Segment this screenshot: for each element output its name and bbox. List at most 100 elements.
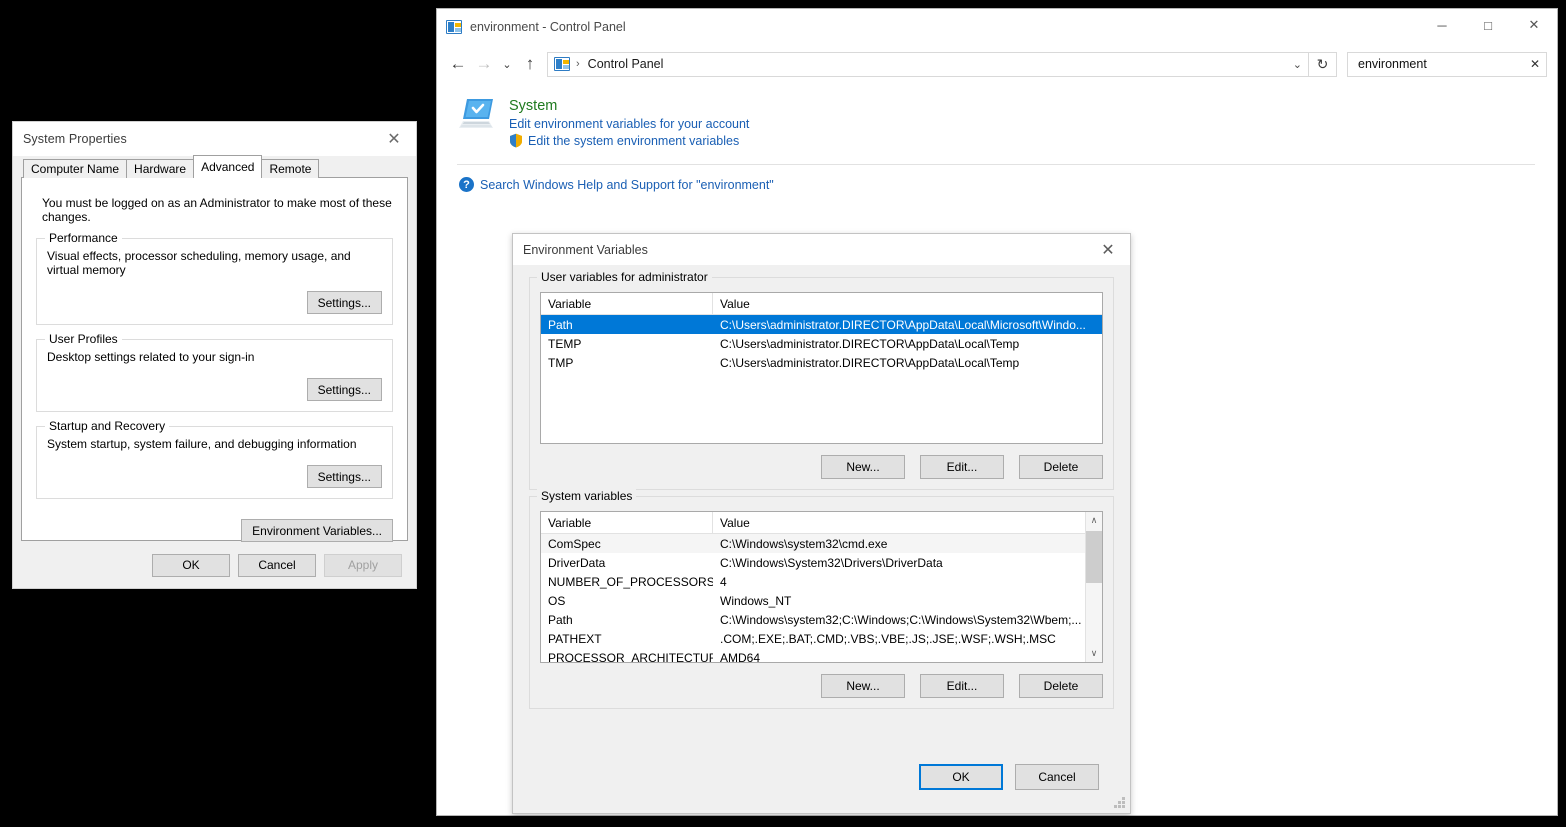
cell-variable: ComSpec bbox=[541, 537, 713, 551]
table-row[interactable]: Path C:\Windows\system32;C:\Windows;C:\W… bbox=[541, 610, 1085, 629]
table-row[interactable]: TEMP C:\Users\administrator.DIRECTOR\App… bbox=[541, 334, 1102, 353]
address-chevron-down-icon[interactable]: ⌄ bbox=[1293, 58, 1302, 71]
column-header-variable[interactable]: Variable bbox=[541, 512, 713, 533]
system-properties-tabs: Computer Name Hardware Advanced Remote bbox=[23, 156, 408, 178]
search-result-system: System Edit environment variables for yo… bbox=[451, 97, 1543, 150]
system-delete-button[interactable]: Delete bbox=[1019, 674, 1103, 698]
cell-variable: TEMP bbox=[541, 337, 713, 351]
control-panel-content: System Edit environment variables for yo… bbox=[437, 83, 1557, 192]
system-variables-legend: System variables bbox=[537, 489, 636, 503]
user-variables-header: Variable Value bbox=[541, 293, 1102, 315]
user-profiles-description: Desktop settings related to your sign-in bbox=[47, 350, 382, 364]
user-variables-group: User variables for administrator Variabl… bbox=[529, 277, 1114, 490]
table-row[interactable]: PROCESSOR_ARCHITECTURE AMD64 bbox=[541, 648, 1085, 663]
help-search-row[interactable]: ? Search Windows Help and Support for "e… bbox=[459, 177, 1543, 192]
column-header-variable[interactable]: Variable bbox=[541, 293, 713, 314]
system-result-texts: System Edit environment variables for yo… bbox=[509, 97, 749, 150]
cell-variable: DriverData bbox=[541, 556, 713, 570]
env-ok-button[interactable]: OK bbox=[919, 764, 1003, 790]
close-icon[interactable]: ✕ bbox=[1511, 9, 1557, 41]
cancel-button[interactable]: Cancel bbox=[238, 554, 316, 577]
user-delete-button[interactable]: Delete bbox=[1019, 455, 1103, 479]
tab-remote[interactable]: Remote bbox=[261, 159, 319, 178]
system-properties-body: Computer Name Hardware Advanced Remote Y… bbox=[13, 156, 416, 541]
apply-button: Apply bbox=[324, 554, 402, 577]
address-bar[interactable]: › Control Panel ⌄ bbox=[547, 52, 1309, 77]
cell-value: AMD64 bbox=[713, 651, 1085, 664]
admin-notice: You must be logged on as an Administrato… bbox=[42, 196, 393, 224]
table-row[interactable]: DriverData C:\Windows\System32\Drivers\D… bbox=[541, 553, 1085, 572]
system-monitor-icon bbox=[459, 97, 497, 131]
system-properties-dialog: System Properties ✕ Computer Name Hardwa… bbox=[12, 121, 417, 589]
environment-variables-button[interactable]: Environment Variables... bbox=[241, 519, 393, 542]
cell-variable: NUMBER_OF_PROCESSORS bbox=[541, 575, 713, 589]
user-edit-button[interactable]: Edit... bbox=[920, 455, 1004, 479]
link-edit-user-env-vars[interactable]: Edit environment variables for your acco… bbox=[509, 117, 749, 131]
window-controls: ─ □ ✕ bbox=[1419, 9, 1557, 41]
cell-value: 4 bbox=[713, 575, 1085, 589]
control-panel-navigation-bar: ← → ⌄ ↑ › Control Panel ⌄ ↻ ✕ bbox=[437, 45, 1557, 83]
resize-grip[interactable] bbox=[1114, 797, 1126, 809]
cell-variable: OS bbox=[541, 594, 713, 608]
breadcrumb-separator: › bbox=[576, 58, 580, 70]
control-panel-title: environment - Control Panel bbox=[470, 20, 626, 34]
system-edit-button[interactable]: Edit... bbox=[920, 674, 1004, 698]
tab-computer-name[interactable]: Computer Name bbox=[23, 159, 127, 178]
maximize-icon[interactable]: □ bbox=[1465, 9, 1511, 41]
scroll-up-icon[interactable]: ∧ bbox=[1086, 512, 1102, 529]
cell-variable: PROCESSOR_ARCHITECTURE bbox=[541, 651, 713, 664]
table-row[interactable]: OS Windows_NT bbox=[541, 591, 1085, 610]
column-header-value[interactable]: Value bbox=[713, 293, 1102, 314]
link-edit-system-env-vars-row[interactable]: Edit the system environment variables bbox=[509, 133, 749, 148]
table-row[interactable]: TMP C:\Users\administrator.DIRECTOR\AppD… bbox=[541, 353, 1102, 372]
env-dialog-title: Environment Variables bbox=[513, 243, 648, 257]
user-profiles-settings-button[interactable]: Settings... bbox=[307, 378, 382, 401]
table-row[interactable]: ComSpec C:\Windows\system32\cmd.exe bbox=[541, 534, 1085, 553]
startup-recovery-description: System startup, system failure, and debu… bbox=[47, 437, 382, 451]
tab-hardware[interactable]: Hardware bbox=[126, 159, 194, 178]
system-variables-header: Variable Value bbox=[541, 512, 1102, 534]
cell-value: C:\Windows\system32;C:\Windows;C:\Window… bbox=[713, 613, 1085, 627]
close-icon[interactable]: ✕ bbox=[1086, 234, 1130, 265]
clear-search-icon[interactable]: ✕ bbox=[1526, 57, 1540, 71]
control-panel-icon bbox=[446, 20, 462, 34]
performance-settings-button[interactable]: Settings... bbox=[307, 291, 382, 314]
table-row[interactable]: Path C:\Users\administrator.DIRECTOR\App… bbox=[541, 315, 1102, 334]
minimize-icon[interactable]: ─ bbox=[1419, 9, 1465, 41]
up-icon[interactable]: ↑ bbox=[517, 50, 543, 78]
system-properties-footer: OK Cancel Apply bbox=[13, 542, 416, 588]
system-new-button[interactable]: New... bbox=[821, 674, 905, 698]
cell-value: C:\Users\administrator.DIRECTOR\AppData\… bbox=[713, 318, 1102, 332]
user-variables-listview[interactable]: Variable Value Path C:\Users\administrat… bbox=[540, 292, 1103, 444]
user-new-button[interactable]: New... bbox=[821, 455, 905, 479]
tab-advanced[interactable]: Advanced bbox=[193, 155, 262, 178]
recent-locations-chevron-down-icon[interactable]: ⌄ bbox=[497, 50, 517, 78]
user-profiles-group: User Profiles Desktop settings related t… bbox=[36, 339, 393, 412]
performance-group-legend: Performance bbox=[45, 231, 122, 245]
cell-value: C:\Users\administrator.DIRECTOR\AppData\… bbox=[713, 337, 1102, 351]
search-input[interactable] bbox=[1356, 56, 1526, 72]
breadcrumb-control-panel[interactable]: Control Panel bbox=[588, 57, 664, 71]
column-header-value[interactable]: Value bbox=[713, 512, 1102, 533]
scrollbar-thumb[interactable] bbox=[1086, 531, 1102, 583]
close-icon[interactable]: ✕ bbox=[372, 122, 416, 156]
system-variables-listview[interactable]: Variable Value ComSpec C:\Windows\system… bbox=[540, 511, 1103, 663]
scroll-down-icon[interactable]: ∨ bbox=[1086, 645, 1102, 662]
system-result-heading[interactable]: System bbox=[509, 98, 749, 114]
help-search-link[interactable]: Search Windows Help and Support for "env… bbox=[480, 178, 774, 192]
search-box[interactable]: ✕ bbox=[1347, 52, 1547, 77]
refresh-icon[interactable]: ↻ bbox=[1309, 52, 1337, 77]
user-variables-rows: Path C:\Users\administrator.DIRECTOR\App… bbox=[541, 315, 1102, 372]
env-dialog-body: User variables for administrator Variabl… bbox=[513, 265, 1130, 709]
link-edit-system-env-vars[interactable]: Edit the system environment variables bbox=[528, 134, 739, 148]
system-variables-scrollbar[interactable]: ∧ ∨ bbox=[1085, 512, 1102, 662]
control-panel-titlebar: environment - Control Panel ─ □ ✕ bbox=[437, 9, 1557, 45]
env-cancel-button[interactable]: Cancel bbox=[1015, 764, 1099, 790]
table-row[interactable]: PATHEXT .COM;.EXE;.BAT;.CMD;.VBS;.VBE;.J… bbox=[541, 629, 1085, 648]
table-row[interactable]: NUMBER_OF_PROCESSORS 4 bbox=[541, 572, 1085, 591]
back-icon[interactable]: ← bbox=[445, 50, 471, 78]
user-variables-legend: User variables for administrator bbox=[537, 270, 712, 284]
ok-button[interactable]: OK bbox=[152, 554, 230, 577]
cell-variable: Path bbox=[541, 318, 713, 332]
startup-recovery-settings-button[interactable]: Settings... bbox=[307, 465, 382, 488]
